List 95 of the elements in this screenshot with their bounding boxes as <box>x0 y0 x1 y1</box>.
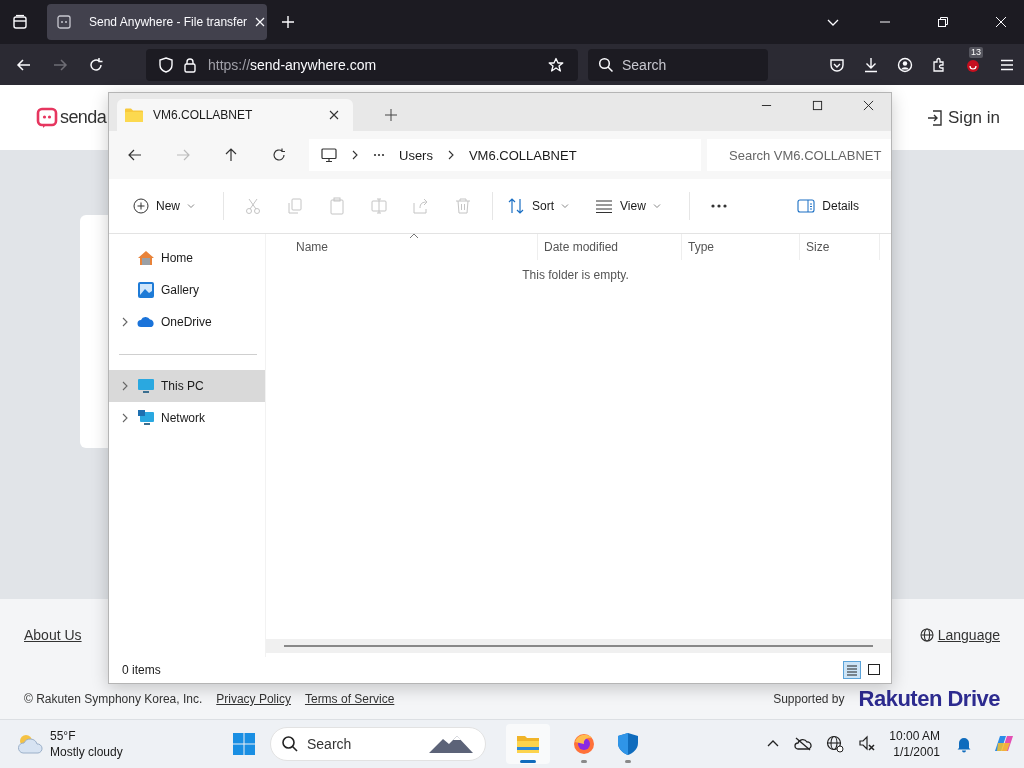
column-header[interactable]: Type <box>682 234 800 260</box>
privacy-link[interactable]: Privacy Policy <box>216 692 291 706</box>
address-bar[interactable]: Users VM6.COLLABNET <box>309 139 701 171</box>
tab-list-icon[interactable] <box>12 14 28 30</box>
more-icon[interactable] <box>709 204 728 208</box>
caret-icon <box>652 201 661 211</box>
temperature: 55°F <box>50 728 77 744</box>
gallery-icon <box>137 281 155 299</box>
lines-icon <box>595 197 614 215</box>
logo-icon <box>36 106 58 129</box>
tab-title: VM6.COLLABNET <box>153 108 254 122</box>
monitor-icon <box>137 377 155 395</box>
search-icon <box>281 735 299 753</box>
about-link[interactable]: About Us <box>24 627 82 643</box>
count-badge: 13 <box>969 46 983 58</box>
column-header[interactable]: Size <box>800 234 880 260</box>
sort-button[interactable]: Sort <box>501 193 576 219</box>
monitor-icon <box>321 147 337 163</box>
partner-logo: Rakuten Drive <box>858 686 1000 712</box>
nav-item[interactable]: Home <box>109 242 265 274</box>
file-explorer-app[interactable] <box>506 724 550 764</box>
search-field[interactable]: Search <box>588 48 768 81</box>
back-icon[interactable] <box>16 56 32 73</box>
view-button[interactable]: View <box>589 193 667 219</box>
taskbar-search-field[interactable]: Search <box>270 727 486 761</box>
bell-icon[interactable] <box>955 735 973 753</box>
url-text: https://send-anywhere.com <box>208 56 377 73</box>
sort-icon <box>507 197 525 215</box>
network-icon <box>137 409 155 427</box>
account-icon[interactable] <box>897 56 913 73</box>
terms-link[interactable]: Terms of Service <box>304 692 395 706</box>
pocket-icon[interactable] <box>829 56 845 73</box>
column-header[interactable]: Name <box>266 234 538 260</box>
sign-in-icon <box>926 108 944 127</box>
folder-tab[interactable]: VM6.COLLABNET <box>117 99 353 131</box>
up-icon[interactable] <box>223 147 239 163</box>
reload-icon[interactable] <box>88 56 104 73</box>
restore-icon[interactable] <box>937 16 949 28</box>
caret-icon <box>187 201 195 211</box>
item-count: 0 items <box>122 663 161 677</box>
chevron-right-icon <box>446 150 455 160</box>
globe-icon[interactable] <box>826 735 845 753</box>
nav-item[interactable]: Gallery <box>109 274 265 306</box>
refresh-icon[interactable] <box>271 147 287 163</box>
speaker-muted-icon[interactable] <box>858 735 877 753</box>
new-button[interactable]: New <box>127 194 201 218</box>
close-icon[interactable] <box>863 99 874 111</box>
cloud-off-icon[interactable] <box>794 735 813 753</box>
browser-tab[interactable]: Send Anywhere - File transfer <box>47 4 267 40</box>
sort-caret-icon <box>409 233 419 239</box>
empty-message: This folder is empty. <box>522 268 630 282</box>
home-icon <box>137 249 155 267</box>
shield-icon <box>616 732 640 756</box>
download-icon[interactable] <box>863 56 879 73</box>
logo-text: senda <box>60 107 107 128</box>
column-header[interactable]: Date modified <box>538 234 682 260</box>
extensions-icon[interactable] <box>931 56 947 73</box>
chevron-right-icon[interactable] <box>121 413 129 423</box>
back-icon[interactable] <box>127 147 143 163</box>
close-icon[interactable] <box>329 110 339 120</box>
language-link[interactable]: Language <box>919 627 1000 643</box>
site-icon <box>57 15 71 29</box>
address-bar[interactable]: https://send-anywhere.com <box>146 48 578 81</box>
maximize-icon[interactable] <box>812 99 823 111</box>
chevron-right-icon[interactable] <box>121 381 129 391</box>
forward-icon[interactable] <box>52 56 68 73</box>
weather-condition: Mostly cloudy <box>50 744 123 760</box>
chevron-right-icon <box>351 150 359 160</box>
lock-icon[interactable] <box>182 56 198 73</box>
breadcrumb-item[interactable]: VM6.COLLABNET <box>468 147 577 163</box>
shield-icon[interactable] <box>158 56 174 73</box>
search-icon <box>598 56 614 73</box>
browser-icon <box>572 732 596 756</box>
nav-item[interactable]: OneDrive <box>109 306 265 338</box>
star-icon[interactable] <box>548 56 564 73</box>
details-button[interactable]: Details <box>791 193 865 219</box>
clock[interactable]: 10:00 AM 1/1/2001 <box>889 728 940 760</box>
caret-icon <box>561 201 570 211</box>
nav-item[interactable]: Network <box>109 402 265 434</box>
mountain-icon <box>427 733 475 755</box>
folder-icon <box>125 106 143 124</box>
start-icon[interactable] <box>232 732 256 756</box>
globe-icon <box>919 628 934 642</box>
plus-icon <box>133 198 149 214</box>
chevron-right-icon[interactable] <box>121 317 129 327</box>
nav-item[interactable]: This PC <box>109 370 265 402</box>
search-field[interactable]: Search VM6.COLLABNET <box>707 139 891 171</box>
details-pane-icon <box>797 197 816 215</box>
tab-title: Send Anywhere - File transfer <box>89 15 248 29</box>
search-placeholder: Search <box>622 56 667 73</box>
sign-in-link[interactable]: Sign in <box>926 107 1000 128</box>
breadcrumb-item[interactable]: Users <box>399 147 433 163</box>
supported-by-text: Supported by <box>773 692 845 706</box>
horizontal-scrollbar[interactable] <box>266 639 891 653</box>
copyright-text: © Rakuten Symphony Korea, Inc. <box>24 692 203 706</box>
